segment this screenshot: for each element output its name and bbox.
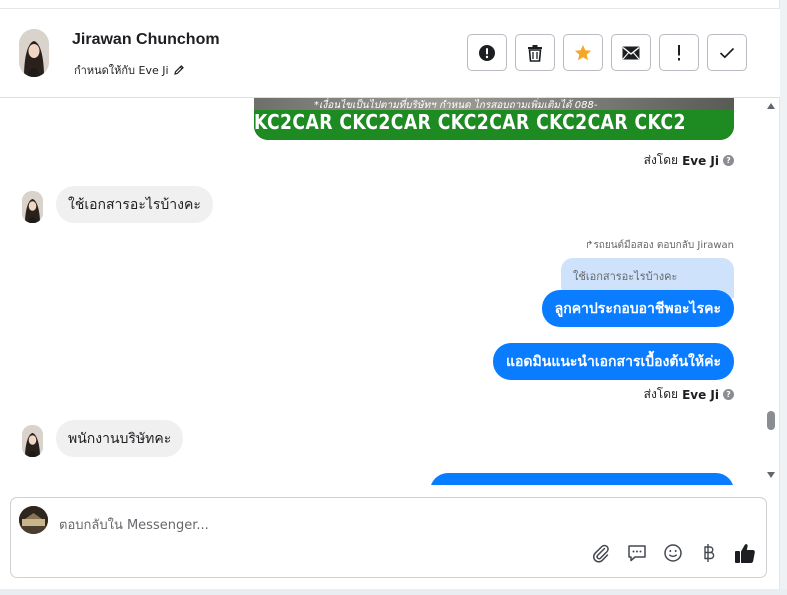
star-button[interactable] <box>563 34 603 71</box>
mark-spam-button[interactable] <box>467 34 507 71</box>
page-background-right <box>780 0 787 595</box>
reply-composer[interactable]: ตอบกลับใน Messenger... <box>10 497 767 578</box>
mark-unread-button[interactable] <box>611 34 651 71</box>
message-thread: *เงื่อนไขเป็นไปตามที่บริษัทฯ กำหนด ไกรสอ… <box>0 98 764 485</box>
star-icon <box>574 44 592 62</box>
exclamation-icon <box>676 44 682 61</box>
promo-image-message[interactable]: *เงื่อนไขเป็นไปตามที่บริษัทฯ กำหนด ไกรสอ… <box>254 98 734 140</box>
outgoing-message[interactable]: ลูกคาประกอบอาชีพอะไรคะ <box>541 290 734 327</box>
delete-button[interactable] <box>515 34 555 71</box>
contact-name: Jirawan Chunchom <box>72 31 220 48</box>
assigned-label: กำหนดให้กับ Eve Ji <box>74 64 169 77</box>
help-icon[interactable]: ? <box>723 389 734 400</box>
mark-done-button[interactable] <box>707 34 747 71</box>
contact-avatar[interactable] <box>19 29 49 77</box>
banner-brand-text: KC2CAR CKC2CAR CKC2CAR CKC2CAR CKC2 <box>254 110 686 134</box>
sent-by-agent: Eve Ji <box>682 387 719 402</box>
trash-icon <box>527 44 543 62</box>
page-background-bottom <box>0 589 787 595</box>
help-icon[interactable]: ? <box>723 155 734 166</box>
payment-button[interactable] <box>698 544 720 566</box>
assigned-to[interactable]: กำหนดให้กับ Eve Ji <box>74 61 185 79</box>
scroll-down-arrow-icon[interactable] <box>767 472 775 478</box>
thumbs-up-icon <box>734 542 756 568</box>
sent-by-prefix: ส่งโดย <box>643 387 679 401</box>
smiley-icon <box>663 543 683 567</box>
page-avatar <box>19 506 48 534</box>
conversation-header: Jirawan Chunchom กำหนดให้กับ Eve Ji <box>0 9 780 98</box>
sent-by-prefix: ส่งโดย <box>643 153 679 167</box>
alert-circle-icon <box>478 44 496 62</box>
emoji-button[interactable] <box>662 544 684 566</box>
composer-tools <box>590 544 756 566</box>
paperclip-icon <box>591 543 611 567</box>
contact-avatar-small <box>22 425 43 457</box>
incoming-message[interactable]: พนักงานบริษัทคะ <box>56 420 184 457</box>
sent-by-label: ส่งโดย Eve Ji ? <box>644 151 734 170</box>
baht-icon <box>702 543 716 567</box>
scroll-thumb[interactable] <box>767 411 775 430</box>
reply-context-note: ↱รถยนต์มือสอง ตอบกลับ Jirawan <box>585 240 734 251</box>
follow-up-button[interactable] <box>659 34 699 71</box>
check-icon <box>719 47 735 59</box>
header-actions <box>467 34 747 71</box>
reply-input-placeholder[interactable]: ตอบกลับใน Messenger... <box>59 514 209 535</box>
saved-replies-button[interactable] <box>626 544 648 566</box>
like-button[interactable] <box>734 544 756 566</box>
incoming-message[interactable]: ใช้เอกสารอะไรบ้างคะ <box>56 186 213 223</box>
sent-by-label: ส่งโดย Eve Ji ? <box>644 385 734 404</box>
sent-by-agent: Eve Ji <box>682 153 719 168</box>
scroll-up-arrow-icon[interactable] <box>767 103 775 109</box>
outgoing-message[interactable]: แอดมินแนะนำเอกสารเบื้องต้นให้ค่ะ <box>493 343 734 380</box>
attach-button[interactable] <box>590 544 612 566</box>
envelope-icon <box>622 46 640 60</box>
speech-bubble-icon <box>627 543 647 567</box>
pencil-icon[interactable] <box>173 64 185 76</box>
conversation-panel: Jirawan Chunchom กำหนดให้กับ Eve Ji *เงื… <box>0 0 780 595</box>
contact-avatar-small <box>22 191 43 223</box>
outgoing-message-partial[interactable] <box>430 473 734 485</box>
